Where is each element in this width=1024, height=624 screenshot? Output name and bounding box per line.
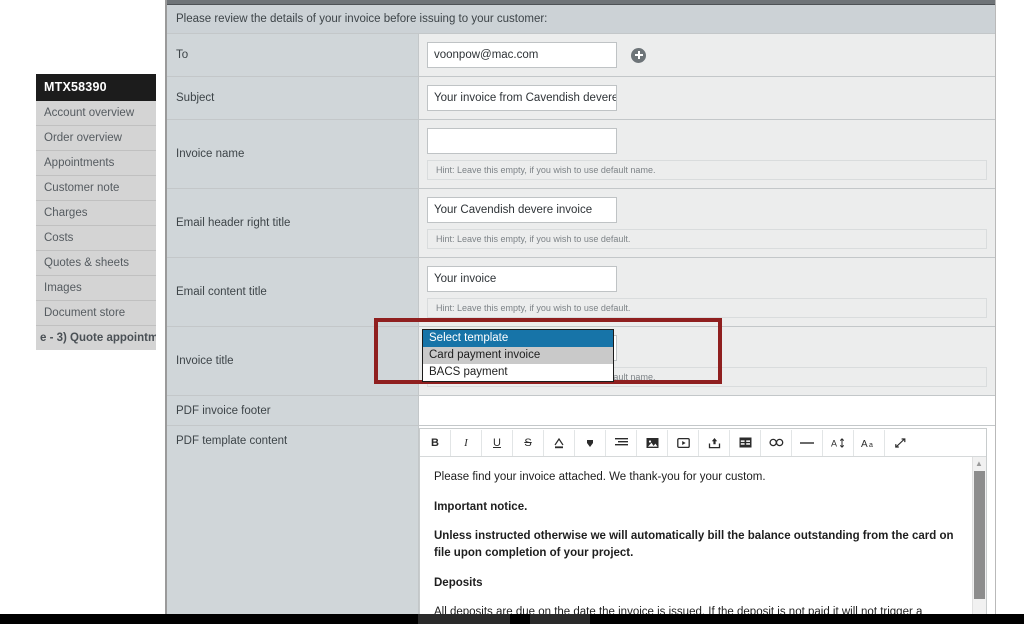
row-label-pdf-template-content: PDF template content (167, 426, 419, 624)
row-label-invoice-name: Invoice name (167, 120, 419, 188)
upload-icon[interactable] (699, 429, 730, 456)
review-notice: Please review the details of your invoic… (167, 5, 995, 34)
horizontal-rule-icon[interactable] (792, 429, 823, 456)
editor-scrollbar-thumb[interactable] (974, 471, 985, 599)
email-content-title-input[interactable]: Your invoice (427, 266, 617, 292)
form-row-subject: Subject Your invoice from Cavendish deve… (167, 77, 995, 120)
underline-icon[interactable]: U (482, 429, 513, 456)
text-color-icon[interactable] (544, 429, 575, 456)
row-label-subject: Subject (167, 77, 419, 119)
sidebar-title: MTX58390 (36, 74, 156, 101)
email-header-right-title-input[interactable]: Your Cavendish devere invoice (427, 197, 617, 223)
form-row-email-header-right-title: Email header right title Your Cavendish … (167, 189, 995, 258)
form-row-email-content-title: Email content title Your invoice Hint: L… (167, 258, 995, 327)
row-label-to: To (167, 34, 419, 76)
editor-paragraph: Unless instructed otherwise we will auto… (434, 530, 954, 560)
template-option-select-template[interactable]: Select template (423, 330, 613, 347)
link-icon[interactable] (761, 429, 792, 456)
fullscreen-icon[interactable] (885, 430, 915, 456)
subject-input[interactable]: Your invoice from Cavendish devere MTX58… (427, 85, 617, 111)
row-label-email-content-title: Email content title (167, 258, 419, 326)
editor-content-area[interactable]: Please find your invoice attached. We th… (420, 457, 986, 624)
invoice-form-panel: Please review the details of your invoic… (165, 0, 996, 624)
sidebar: MTX58390 Account overview Order overview… (36, 74, 156, 350)
email-content-title-hint: Hint: Leave this empty, if you wish to u… (427, 298, 987, 318)
editor-paragraph: Important notice. (434, 500, 528, 513)
form-row-pdf-template-content: PDF template content B I U S A A a Pleas… (167, 426, 995, 624)
italic-icon[interactable]: I (451, 429, 482, 456)
svg-text:A: A (831, 438, 837, 448)
editor-toolbar: B I U S A A a (420, 429, 986, 457)
invoice-name-hint: Hint: Leave this empty, if you wish to u… (427, 160, 987, 180)
sidebar-item-customer-note[interactable]: Customer note (36, 176, 156, 201)
pdf-invoice-footer-select-area[interactable] (419, 396, 995, 425)
sidebar-item-costs[interactable]: Costs (36, 226, 156, 251)
form-row-pdf-invoice-footer: PDF invoice footer (167, 396, 995, 426)
svg-text:a: a (869, 442, 873, 449)
unordered-list-icon[interactable] (606, 429, 637, 456)
rich-text-editor: B I U S A A a Please find your invoice a… (419, 428, 987, 624)
scroll-up-arrow-icon[interactable]: ▲ (975, 459, 983, 468)
template-option-card-payment-invoice[interactable]: Card payment invoice (423, 347, 613, 364)
invoice-name-input[interactable] (427, 128, 617, 154)
editor-document[interactable]: Please find your invoice attached. We th… (420, 457, 986, 624)
bold-icon[interactable]: B (420, 429, 451, 456)
plus-circle-icon[interactable] (631, 47, 646, 63)
template-select-dropdown[interactable]: Select template Card payment invoice BAC… (422, 329, 614, 382)
font-size-icon[interactable]: Aa (854, 429, 885, 456)
form-row-invoice-name: Invoice name Hint: Leave this empty, if … (167, 120, 995, 189)
editor-paragraph: Deposits (434, 576, 483, 589)
sidebar-item-appointments[interactable]: Appointments (36, 151, 156, 176)
bottom-black-strip (0, 614, 1024, 624)
image-icon[interactable] (637, 429, 668, 456)
sidebar-item-quote-appointment[interactable]: e - 3) Quote appointment (36, 326, 156, 350)
to-input[interactable]: voonpow@mac.com (427, 42, 617, 68)
row-label-pdf-invoice-footer: PDF invoice footer (167, 396, 419, 425)
form-row-to: To voonpow@mac.com (167, 34, 995, 77)
sidebar-item-images[interactable]: Images (36, 276, 156, 301)
sidebar-item-document-store[interactable]: Document store (36, 301, 156, 326)
video-icon[interactable] (668, 429, 699, 456)
sidebar-item-charges[interactable]: Charges (36, 201, 156, 226)
email-header-right-title-hint: Hint: Leave this empty, if you wish to u… (427, 229, 987, 249)
screen-root: MTX58390 Account overview Order overview… (0, 0, 1024, 624)
editor-paragraph: Please find your invoice attached. We th… (434, 471, 766, 483)
line-height-icon[interactable]: A (823, 429, 854, 456)
row-label-invoice-title: Invoice title (167, 327, 419, 395)
editor-scrollbar[interactable]: ▲ (972, 457, 986, 624)
table-icon[interactable] (730, 429, 761, 456)
highlight-icon[interactable] (575, 429, 606, 456)
svg-text:A: A (861, 439, 868, 449)
row-label-email-header-right-title: Email header right title (167, 189, 419, 257)
sidebar-item-account-overview[interactable]: Account overview (36, 101, 156, 126)
sidebar-item-order-overview[interactable]: Order overview (36, 126, 156, 151)
template-option-bacs-payment[interactable]: BACS payment (423, 364, 613, 381)
strikethrough-icon[interactable]: S (513, 429, 544, 456)
sidebar-item-quotes-sheets[interactable]: Quotes & sheets (36, 251, 156, 276)
